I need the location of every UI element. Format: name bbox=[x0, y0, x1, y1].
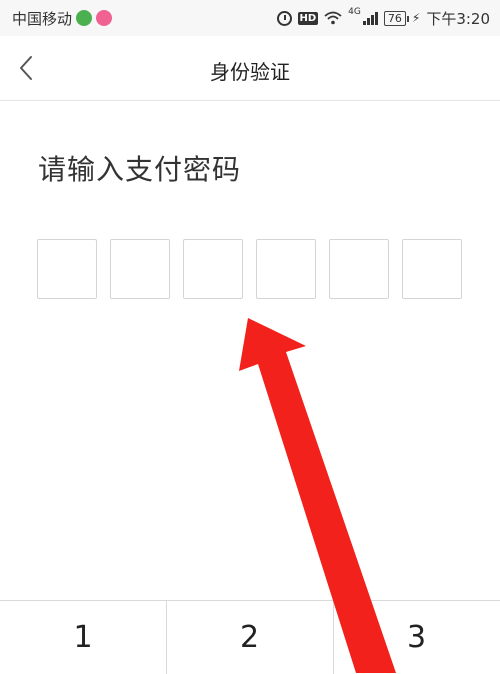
pin-digit-box-2[interactable] bbox=[110, 239, 170, 299]
wifi-icon bbox=[324, 11, 342, 25]
pin-digit-box-3[interactable] bbox=[183, 239, 243, 299]
keypad-key-2[interactable]: 2 bbox=[166, 601, 334, 674]
battery-level: 76 bbox=[387, 11, 402, 25]
app-notification-icon bbox=[76, 10, 93, 26]
charging-icon: ⚡ bbox=[411, 11, 421, 25]
page-title: 身份验证 bbox=[210, 60, 290, 84]
clock-label: 下午3:20 bbox=[426, 9, 490, 28]
app-notification-icon-2 bbox=[96, 10, 113, 26]
numeric-keypad: 1 2 3 bbox=[0, 600, 500, 674]
pin-digit-box-6[interactable] bbox=[402, 239, 462, 299]
navigation-bar: 身份验证 bbox=[0, 36, 500, 101]
battery-icon: 76 bbox=[383, 10, 409, 26]
keypad-key-1[interactable]: 1 bbox=[0, 601, 167, 674]
carrier-label: 中国移动 bbox=[12, 9, 73, 28]
pin-digit-box-4[interactable] bbox=[256, 239, 316, 299]
hd-icon: HD bbox=[297, 11, 319, 25]
status-left: 中国移动 bbox=[12, 8, 113, 28]
pin-input-row[interactable] bbox=[37, 239, 465, 301]
pin-digit-box-5[interactable] bbox=[329, 239, 389, 299]
signal-icon bbox=[362, 11, 378, 25]
password-prompt-heading: 请输入支付密码 bbox=[38, 153, 242, 186]
status-right: HD 4G 76 ⚡ 下午3:20 bbox=[276, 7, 490, 28]
alarm-icon bbox=[276, 10, 292, 26]
pin-digit-box-1[interactable] bbox=[37, 239, 97, 299]
keypad-key-3[interactable]: 3 bbox=[333, 601, 500, 674]
status-bar: 中国移动 HD 4G 76 ⚡ 下午3:20 bbox=[0, 0, 500, 36]
network-type-label: 4G bbox=[348, 7, 361, 17]
